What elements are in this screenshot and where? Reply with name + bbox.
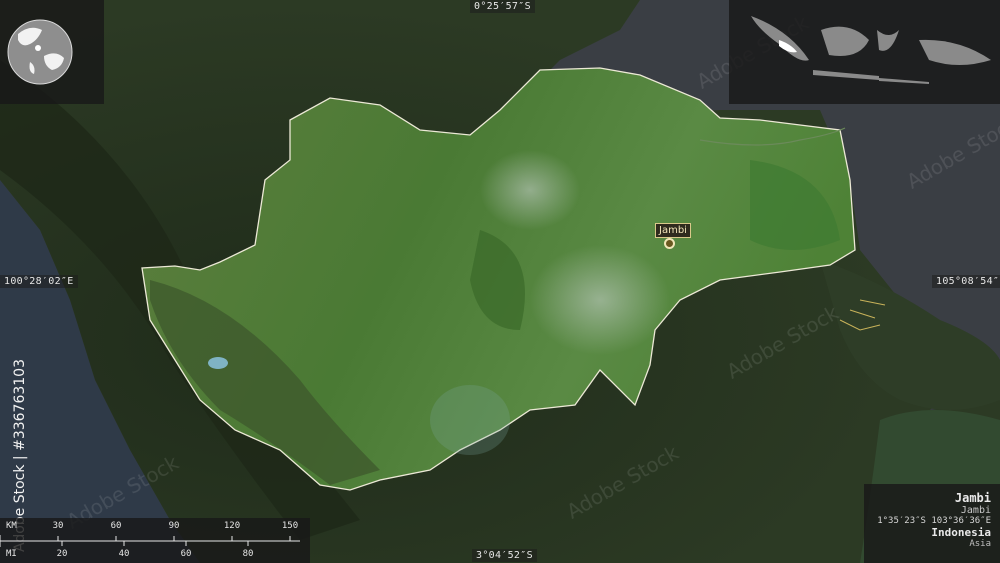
- globe-panel: [0, 0, 104, 104]
- scale-ruler: [0, 535, 300, 547]
- country-name: Indonesia: [931, 526, 991, 539]
- scale-km-tick: 30: [52, 521, 64, 531]
- map-view[interactable]: Adobe Stock Adobe Stock Adobe Stock Adob…: [0, 0, 1000, 563]
- scale-mi-unit: MI: [6, 549, 17, 559]
- scale-km-tick: 120: [223, 521, 241, 531]
- region-name: Jambi: [954, 491, 991, 505]
- haze-area: [430, 385, 510, 455]
- scale-mi-tick: 80: [242, 549, 254, 559]
- inset-map-panel: [729, 0, 1000, 104]
- coord-left: 100°28′02″E: [0, 275, 78, 288]
- scale-mi-tick: 60: [180, 549, 192, 559]
- scale-mi-tick: 40: [118, 549, 130, 559]
- city-marker-icon[interactable]: [664, 238, 675, 249]
- scale-km-unit: KM: [6, 521, 17, 531]
- scale-km-tick: 150: [281, 521, 299, 531]
- coord-bottom: 3°04′52″S: [472, 549, 537, 562]
- city-label: Jambi: [655, 223, 691, 238]
- scale-bar: KM 30 60 90 120 150 MI 20 40 60 80: [0, 518, 310, 563]
- coord-top: 0°25′57″S: [470, 0, 535, 13]
- cloud-cover: [480, 150, 580, 230]
- cloud-cover: [530, 245, 670, 355]
- lake: [208, 357, 228, 369]
- scale-mi-tick: 20: [56, 549, 68, 559]
- region-coordinates: 1°35′23″S 103°36′36″E: [877, 516, 991, 526]
- subregion-name: Jambi: [960, 505, 991, 516]
- coord-right: 105°08′54″E: [932, 275, 1000, 288]
- indonesia-inset-map: [751, 16, 991, 84]
- scale-km-tick: 90: [168, 521, 180, 531]
- globe-icon: [7, 19, 73, 85]
- continent-name: Asia: [969, 539, 991, 549]
- info-panel: Jambi Jambi 1°35′23″S 103°36′36″E Indone…: [864, 484, 1000, 563]
- scale-km-tick: 60: [110, 521, 122, 531]
